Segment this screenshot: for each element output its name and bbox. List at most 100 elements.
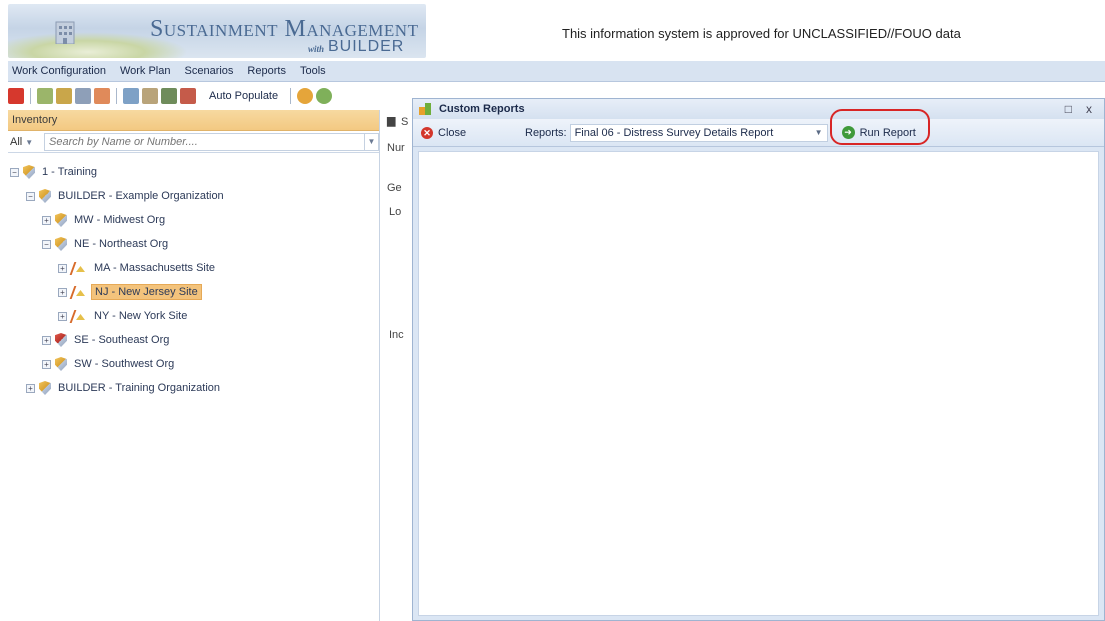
inventory-search-input[interactable] bbox=[44, 132, 365, 151]
tree-item-label: 1 - Training bbox=[42, 166, 98, 178]
tree-item-label: BUILDER - Example Organization bbox=[58, 190, 224, 202]
tree-item-label: SE - Southeast Org bbox=[74, 334, 170, 346]
add-complex-icon[interactable] bbox=[94, 88, 110, 104]
collapse-icon[interactable]: − bbox=[42, 239, 51, 249]
tree-item[interactable]: − 1 - Training bbox=[10, 162, 100, 182]
auto-populate-button[interactable]: Auto Populate bbox=[203, 88, 284, 104]
add-inspection-icon[interactable] bbox=[180, 88, 196, 104]
reports-label: Reports: bbox=[525, 126, 567, 139]
highlight-circle bbox=[830, 109, 930, 145]
behind-label: S bbox=[401, 116, 409, 128]
org-shield-icon bbox=[55, 333, 67, 347]
org-shield-icon bbox=[55, 237, 67, 251]
logo-area: Sustainment Management Systems with BUIL… bbox=[8, 4, 426, 58]
refresh-icon[interactable] bbox=[297, 88, 314, 104]
sync-icon[interactable] bbox=[316, 88, 333, 104]
window-title: Custom Reports bbox=[439, 103, 525, 115]
behind-tab[interactable]: Ge bbox=[387, 182, 402, 194]
tree-item-label: NY - New York Site bbox=[94, 310, 188, 322]
tree-item[interactable]: − BUILDER - Example Organization bbox=[26, 186, 227, 206]
org-shield-icon bbox=[23, 165, 35, 179]
search-dropdown-button[interactable]: ▼ bbox=[365, 132, 379, 151]
close-button-label: Close bbox=[438, 126, 467, 139]
behind-label: Inc bbox=[389, 329, 404, 341]
tree-item-label: NE - Northeast Org bbox=[74, 238, 169, 250]
menu-tools[interactable]: Tools bbox=[293, 65, 333, 77]
tree-item[interactable]: + NY - New York Site bbox=[58, 306, 190, 326]
toolbar-separator bbox=[290, 88, 292, 104]
expand-icon[interactable]: + bbox=[42, 215, 51, 225]
menu-reports[interactable]: Reports bbox=[240, 65, 293, 77]
org-shield-icon bbox=[55, 357, 67, 371]
org-shield-icon bbox=[39, 381, 51, 395]
add-org-icon[interactable] bbox=[37, 88, 53, 104]
tree-item[interactable]: + MA - Massachusetts Site bbox=[58, 258, 218, 278]
reports-toolbar: ✕ Close Reports: Final 06 - Distress Sur… bbox=[413, 109, 1104, 147]
main-toolbar: Auto Populate bbox=[8, 84, 398, 108]
window-titlebar: Custom Reports □ x bbox=[413, 99, 1104, 119]
expand-icon[interactable]: + bbox=[58, 287, 67, 297]
approval-notice: This information system is approved for … bbox=[562, 26, 961, 41]
tree-item-selected[interactable]: + NJ - New Jersey Site bbox=[58, 282, 202, 302]
report-select-value: Final 06 - Distress Survey Details Repor… bbox=[574, 126, 774, 139]
menu-work-plan[interactable]: Work Plan bbox=[113, 65, 178, 77]
chevron-down-icon: ▼ bbox=[814, 128, 823, 137]
expand-icon[interactable]: + bbox=[58, 263, 67, 273]
toolbar-separator bbox=[116, 88, 117, 104]
inventory-header: Inventory bbox=[8, 110, 379, 131]
tree-item[interactable]: + MW - Midwest Org bbox=[42, 210, 168, 230]
logo-with: with bbox=[308, 44, 325, 54]
inventory-search-row: All ▼ ▼ bbox=[8, 131, 379, 153]
add-building-icon[interactable] bbox=[75, 88, 91, 104]
save-icon[interactable]: ▆ bbox=[387, 114, 395, 127]
filter-value: All bbox=[10, 135, 23, 148]
app-banner: Sustainment Management Systems with BUIL… bbox=[0, 0, 1105, 60]
expand-icon[interactable]: + bbox=[42, 335, 51, 345]
add-site-icon[interactable] bbox=[56, 88, 72, 104]
maximize-icon[interactable]: □ bbox=[1065, 102, 1072, 116]
tree-item-label: MW - Midwest Org bbox=[74, 214, 166, 226]
tree-item-label: MA - Massachusetts Site bbox=[94, 262, 216, 274]
expand-icon[interactable]: + bbox=[58, 311, 67, 321]
site-flag-icon bbox=[71, 310, 87, 322]
logo-builder: BUILDER bbox=[328, 38, 405, 55]
close-icon[interactable]: x bbox=[1086, 102, 1092, 116]
org-shield-icon bbox=[39, 189, 51, 203]
tree-item-label: BUILDER - Training Organization bbox=[58, 382, 221, 394]
close-circle-icon: ✕ bbox=[421, 126, 433, 139]
toolbar-separator bbox=[30, 88, 31, 104]
chevron-down-icon: ▼ bbox=[25, 137, 34, 147]
custom-reports-window: Custom Reports □ x ✕ Close Reports: Fina… bbox=[412, 98, 1105, 621]
expand-icon[interactable]: + bbox=[42, 359, 51, 369]
menu-scenarios[interactable]: Scenarios bbox=[178, 65, 241, 77]
tree-item-label: SW - Southwest Org bbox=[74, 358, 175, 370]
report-select[interactable]: Final 06 - Distress Survey Details Repor… bbox=[569, 123, 828, 142]
collapse-icon[interactable]: − bbox=[26, 191, 35, 201]
window-controls: □ x bbox=[1065, 102, 1104, 116]
site-flag-icon bbox=[71, 262, 87, 274]
expand-icon[interactable]: + bbox=[26, 383, 35, 393]
menu-work-configuration[interactable]: Work Configuration bbox=[8, 65, 113, 77]
home-icon[interactable] bbox=[8, 88, 24, 104]
behind-label: Nur bbox=[387, 142, 405, 154]
behind-label: Lo bbox=[389, 206, 402, 218]
building-icon bbox=[55, 21, 75, 44]
report-content-area bbox=[418, 151, 1099, 616]
menu-bar: Work Configuration Work Plan Scenarios R… bbox=[8, 61, 1105, 82]
tree-item[interactable]: + BUILDER - Training Organization bbox=[26, 378, 223, 398]
close-button[interactable]: ✕ Close bbox=[421, 126, 521, 139]
tree-item[interactable]: + SE - Southeast Org bbox=[42, 330, 172, 350]
collapse-icon[interactable]: − bbox=[10, 167, 19, 177]
inventory-panel: Inventory All ▼ ▼ − 1 - Training − BUILD… bbox=[8, 110, 380, 621]
tree-item[interactable]: + SW - Southwest Org bbox=[42, 354, 177, 374]
add-component-icon[interactable] bbox=[142, 88, 158, 104]
chevron-down-icon: ▼ bbox=[367, 137, 376, 146]
add-section-icon[interactable] bbox=[161, 88, 177, 104]
tree-item[interactable]: − NE - Northeast Org bbox=[42, 234, 171, 254]
reports-icon bbox=[419, 103, 433, 115]
filter-dropdown[interactable]: All ▼ bbox=[8, 136, 44, 148]
org-shield-icon bbox=[55, 213, 67, 227]
site-flag-icon bbox=[71, 286, 87, 298]
tree-item-label: NJ - New Jersey Site bbox=[91, 284, 202, 300]
add-system-icon[interactable] bbox=[123, 88, 139, 104]
